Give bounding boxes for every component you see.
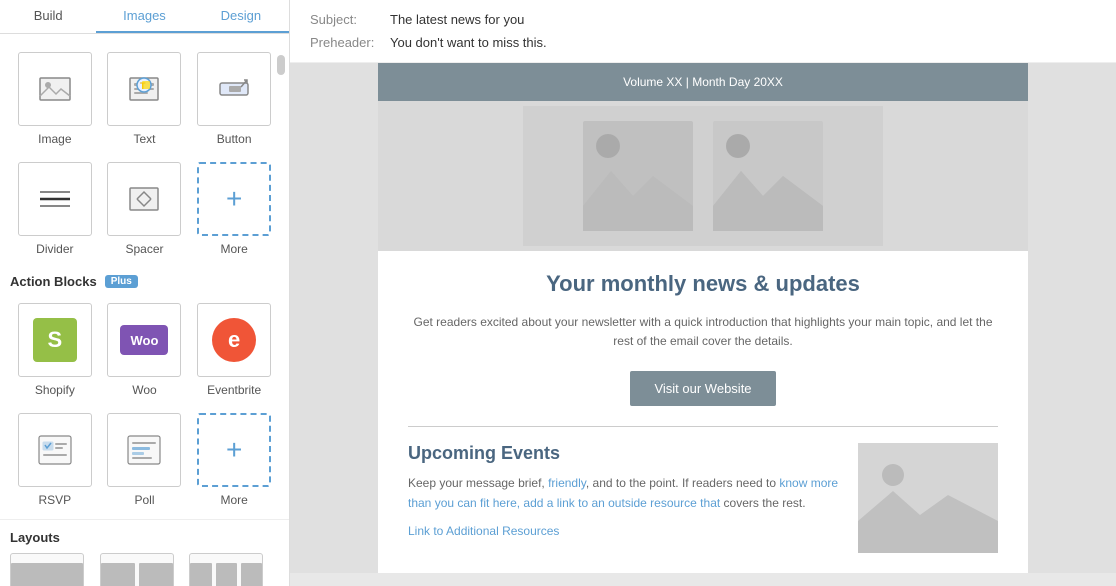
- more-block-label: More: [220, 242, 247, 256]
- image-block-icon: [18, 52, 92, 126]
- meta-bar: Subject: The latest news for you Prehead…: [290, 0, 1116, 63]
- divider-block-label: Divider: [36, 242, 73, 256]
- poll-icon: [107, 413, 181, 487]
- upcoming-body: Keep your message brief, friendly, and t…: [408, 474, 842, 512]
- sidebar-tabs: Build Images Design: [0, 0, 289, 34]
- upcoming-text: Upcoming Events Keep your message brief,…: [408, 443, 842, 553]
- email-cta-button[interactable]: Visit our Website: [630, 371, 775, 406]
- shopify-icon: S: [18, 303, 92, 377]
- shopify-label: Shopify: [35, 383, 75, 397]
- woo-logo: Woo: [120, 325, 168, 355]
- layouts-section: Layouts: [0, 519, 289, 549]
- layouts-grid: [0, 549, 289, 586]
- subject-row: Subject: The latest news for you: [310, 8, 1096, 31]
- text-block-label: Text: [133, 132, 155, 146]
- upcoming-section: Upcoming Events Keep your message brief,…: [408, 443, 998, 553]
- tab-images[interactable]: Images: [96, 0, 192, 33]
- upcoming-image-svg: [858, 443, 998, 553]
- rsvp-label: RSVP: [38, 493, 71, 507]
- spacer-block-label: Spacer: [125, 242, 163, 256]
- action-woo[interactable]: Woo Woo: [100, 295, 190, 405]
- hero-image-svg: [523, 106, 883, 246]
- spacer-block-icon: [107, 162, 181, 236]
- woo-label: Woo: [132, 383, 156, 397]
- image-block-label: Image: [38, 132, 71, 146]
- text-block-icon: T: [107, 52, 181, 126]
- block-button[interactable]: Button: [189, 44, 279, 154]
- more-action-icon: +: [197, 413, 271, 487]
- email-divider: [408, 426, 998, 427]
- woo-icon: Woo: [107, 303, 181, 377]
- tab-build[interactable]: Build: [0, 0, 96, 33]
- eventbrite-label: Eventbrite: [207, 383, 261, 397]
- content-area: Subject: The latest news for you Prehead…: [290, 0, 1116, 586]
- email-header-text: Volume XX | Month Day 20XX: [623, 75, 783, 89]
- action-rsvp[interactable]: RSVP: [10, 405, 100, 515]
- button-block-label: Button: [217, 132, 252, 146]
- block-text[interactable]: T Text: [100, 44, 190, 154]
- email-hero-image: [378, 101, 1028, 251]
- email-header: Volume XX | Month Day 20XX: [378, 63, 1028, 101]
- know-more-link[interactable]: know more than you can fit here, add a l…: [408, 476, 838, 509]
- button-block-icon: [197, 52, 271, 126]
- friendly-link[interactable]: friendly: [548, 476, 586, 490]
- action-blocks-title: Action Blocks: [10, 274, 97, 289]
- action-shopify[interactable]: S Shopify: [10, 295, 100, 405]
- layout-1col[interactable]: [10, 553, 84, 586]
- action-more[interactable]: + More: [189, 405, 279, 515]
- tab-design[interactable]: Design: [193, 0, 289, 33]
- action-poll[interactable]: Poll: [100, 405, 190, 515]
- shopify-logo: S: [33, 318, 77, 362]
- email-headline: Your monthly news & updates: [408, 271, 998, 297]
- poll-label: Poll: [134, 493, 154, 507]
- preheader-label: Preheader:: [310, 35, 390, 50]
- subject-value: The latest news for you: [390, 12, 524, 27]
- action-blocks-section: Action Blocks Plus: [0, 264, 289, 295]
- email-preview: Volume XX | Month Day 20XX: [378, 63, 1028, 573]
- sidebar: Build Images Design Image: [0, 0, 290, 586]
- block-spacer[interactable]: Spacer: [100, 154, 190, 264]
- email-body: Your monthly news & updates Get readers …: [378, 251, 1028, 573]
- layout-3col[interactable]: [189, 553, 263, 586]
- plus-badge: Plus: [105, 275, 138, 288]
- upcoming-link[interactable]: Link to Additional Resources: [408, 524, 559, 538]
- eventbrite-icon: e: [197, 303, 271, 377]
- scroll-indicator: [277, 55, 285, 75]
- eventbrite-logo: e: [212, 318, 256, 362]
- email-intro: Get readers excited about your newslette…: [408, 313, 998, 351]
- action-blocks-grid: S Shopify Woo Woo e Eventbrite: [0, 295, 289, 515]
- more-block-icon: +: [197, 162, 271, 236]
- layouts-title: Layouts: [10, 530, 60, 545]
- upcoming-title: Upcoming Events: [408, 443, 842, 464]
- more-action-label: More: [220, 493, 247, 507]
- upcoming-image: [858, 443, 998, 553]
- action-eventbrite[interactable]: e Eventbrite: [189, 295, 279, 405]
- email-cta-wrapper: Visit our Website: [408, 371, 998, 406]
- preheader-row: Preheader: You don't want to miss this.: [310, 31, 1096, 54]
- divider-block-icon: [18, 162, 92, 236]
- rsvp-icon: [18, 413, 92, 487]
- blocks-grid: Image T Text: [0, 34, 289, 264]
- block-more[interactable]: + More: [189, 154, 279, 264]
- block-image[interactable]: Image: [10, 44, 100, 154]
- subject-label: Subject:: [310, 12, 390, 27]
- layout-2col[interactable]: [100, 553, 174, 586]
- block-divider[interactable]: Divider: [10, 154, 100, 264]
- preheader-value: You don't want to miss this.: [390, 35, 547, 50]
